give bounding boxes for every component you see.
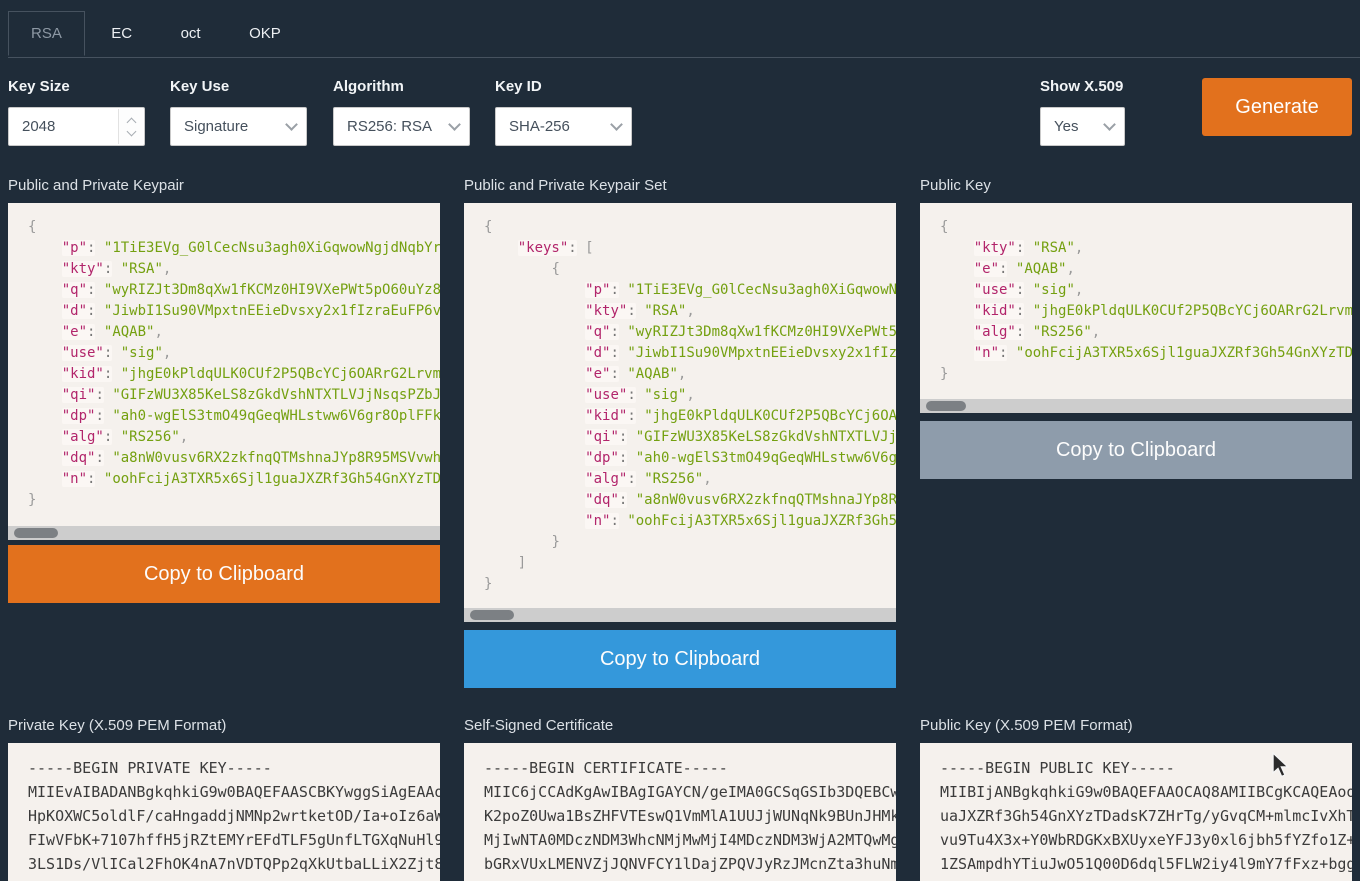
keypair-json: { "p": "1TiE3EVg_G0lCecNsu3agh0XiGqwowNg… (8, 203, 440, 511)
keypair-set-json: { "keys": [ { "p": "1TiE3EVg_G0lCecNsu3a… (464, 203, 896, 595)
algorithm-value: RS256: RSA (347, 118, 432, 135)
scrollbar-thumb[interactable] (470, 610, 514, 620)
mouse-cursor-icon (1272, 752, 1290, 778)
key-size-input[interactable]: 2048 (8, 107, 145, 146)
key-size-field: Key Size 2048 (8, 78, 145, 146)
key-id-select[interactable]: SHA-256 (495, 107, 632, 146)
show-x509-label: Show X.509 (1040, 78, 1125, 95)
public-pem-title: Public Key (X.509 PEM Format) (920, 717, 1133, 734)
private-pem-box: -----BEGIN PRIVATE KEY-----MIIEvAIBADANB… (8, 743, 440, 881)
copy-keypair-set-button[interactable]: Copy to Clipboard (464, 630, 896, 688)
keypair-set-title: Public and Private Keypair Set (464, 177, 667, 194)
key-size-label: Key Size (8, 78, 145, 95)
algorithm-field: Algorithm RS256: RSA (333, 78, 470, 146)
key-use-select[interactable]: Signature (170, 107, 307, 146)
chevron-down-icon (610, 118, 623, 131)
chevron-down-icon (448, 118, 461, 131)
tab-okp[interactable]: OKP (227, 12, 303, 55)
number-stepper[interactable] (118, 109, 143, 144)
copy-keypair-button[interactable]: Copy to Clipboard (8, 545, 440, 603)
chevron-down-icon (1103, 118, 1116, 131)
copy-public-key-button[interactable]: Copy to Clipboard (920, 421, 1352, 479)
generate-button[interactable]: Generate (1202, 78, 1352, 136)
show-x509-field: Show X.509 Yes (1040, 78, 1125, 146)
key-size-value: 2048 (22, 118, 55, 135)
certificate-box: -----BEGIN CERTIFICATE-----MIIC6jCCAdKgA… (464, 743, 896, 881)
stepper-down-icon[interactable] (126, 126, 136, 136)
keypair-hscrollbar[interactable] (8, 526, 440, 540)
key-id-value: SHA-256 (509, 118, 570, 135)
keypair-codebox: { "p": "1TiE3EVg_G0lCecNsu3agh0XiGqwowNg… (8, 203, 440, 540)
public-key-json: { "kty": "RSA", "e": "AQAB", "use": "sig… (920, 203, 1352, 385)
key-use-value: Signature (184, 118, 248, 135)
tab-oct[interactable]: oct (159, 12, 223, 55)
public-key-title: Public Key (920, 177, 991, 194)
algorithm-select[interactable]: RS256: RSA (333, 107, 470, 146)
keypair-title: Public and Private Keypair (8, 177, 184, 194)
scrollbar-thumb[interactable] (14, 528, 58, 538)
jwk-generator-page: { "tabs": [ { "label": "RSA", "active": … (0, 0, 1360, 881)
keypair-set-hscrollbar[interactable] (464, 608, 896, 622)
public-key-codebox: { "kty": "RSA", "e": "AQAB", "use": "sig… (920, 203, 1352, 413)
chevron-down-icon (285, 118, 298, 131)
show-x509-value: Yes (1054, 118, 1078, 135)
tab-ec[interactable]: EC (89, 12, 154, 55)
tab-rsa[interactable]: RSA (8, 11, 85, 56)
show-x509-select[interactable]: Yes (1040, 107, 1125, 146)
public-key-hscrollbar[interactable] (920, 399, 1352, 413)
scrollbar-thumb[interactable] (926, 401, 966, 411)
certificate-title: Self-Signed Certificate (464, 717, 613, 734)
private-pem-text: -----BEGIN PRIVATE KEY-----MIIEvAIBADANB… (8, 743, 440, 881)
key-use-label: Key Use (170, 78, 307, 95)
keypair-set-codebox: { "keys": [ { "p": "1TiE3EVg_G0lCecNsu3a… (464, 203, 896, 622)
key-id-field: Key ID SHA-256 (495, 78, 632, 146)
key-use-field: Key Use Signature (170, 78, 307, 146)
key-id-label: Key ID (495, 78, 632, 95)
key-type-tabbar: RSA EC oct OKP (8, 10, 1360, 58)
certificate-text: -----BEGIN CERTIFICATE-----MIIC6jCCAdKgA… (464, 743, 896, 881)
algorithm-label: Algorithm (333, 78, 470, 95)
private-pem-title: Private Key (X.509 PEM Format) (8, 717, 226, 734)
